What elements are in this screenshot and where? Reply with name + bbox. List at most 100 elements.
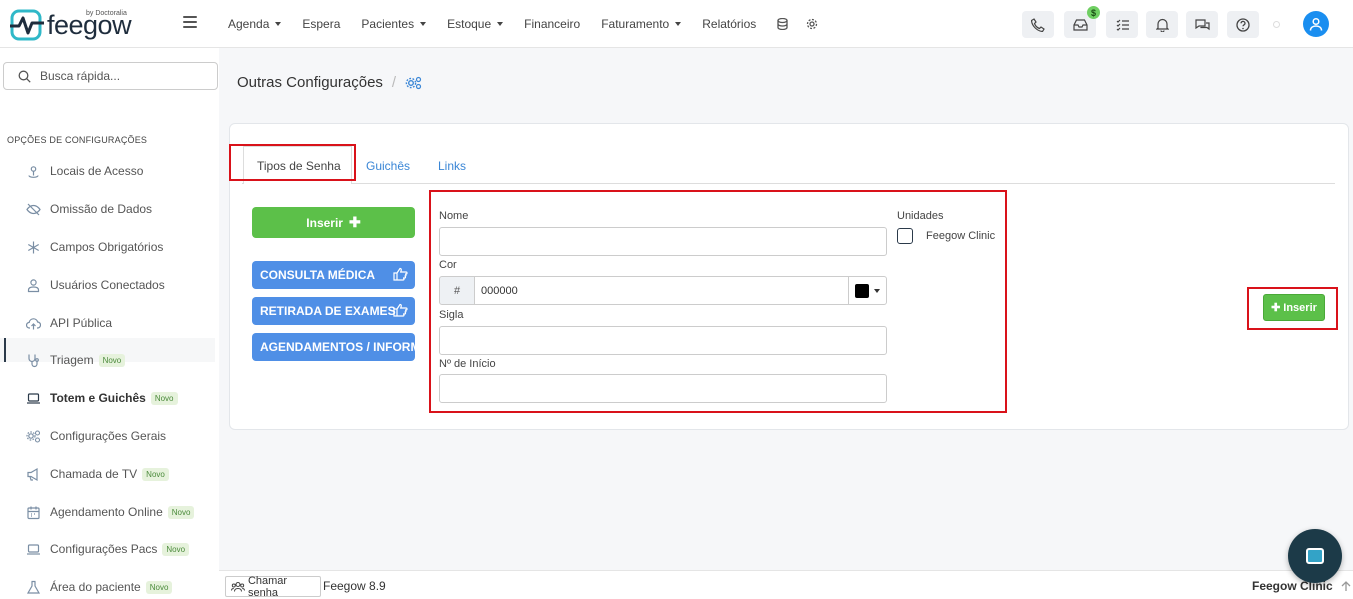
nav-estoque[interactable]: Estoque [447,17,504,31]
cogs-icon [26,429,41,443]
password-type-label: CONSULTA MÉDICA [260,268,376,282]
status-dot [1273,21,1280,28]
sidebar-active-bar [4,338,6,362]
sidebar-item-chamada-de-tv[interactable]: Chamada de TV Novo [26,464,169,484]
sidebar-item-label: Totem e Guichês [50,391,146,405]
page-title: Outras Configurações / [237,74,422,91]
page-title-text: Outras Configurações [237,74,383,91]
tasks-button[interactable] [1106,11,1138,38]
novo-badge: Novo [162,542,190,556]
password-type-consulta[interactable]: CONSULTA MÉDICA [252,261,415,289]
sidebar-item-totem-e-guiches[interactable]: Totem e Guichês Novo [26,388,178,408]
question-icon [1236,17,1250,32]
nav-espera[interactable]: Espera [302,17,340,31]
nav-label: Espera [302,17,341,31]
sidebar-item-configuracoes-pacs[interactable]: Configurações Pacs Novo [26,539,190,559]
password-type-agendamentos[interactable]: AGENDAMENTOS / INFORMAÇÕES [252,333,415,361]
sidebar-item-label: Agendamento Online [50,505,163,519]
nav-agenda[interactable]: Agenda [228,17,282,31]
tab-links[interactable]: Links [438,159,466,173]
nav-faturamento[interactable]: Faturamento [601,17,682,31]
search-input[interactable]: Busca rápida... [3,62,218,90]
sidebar-item-omissao-de-dados[interactable]: Omissão de Dados [26,199,152,219]
gear-icon[interactable] [806,18,818,30]
asterisk-icon [28,241,39,253]
nav-financeiro[interactable]: Financeiro [524,17,580,31]
insert-type-button[interactable]: Inserir ✚ [252,207,415,238]
chat-button[interactable] [1186,11,1218,38]
tab-guiches[interactable]: Guichês [366,159,410,173]
footer [219,570,1353,599]
support-fab[interactable] [1288,529,1342,583]
chat-icon [1194,19,1210,31]
megaphone-icon [27,467,38,481]
sidebar-item-label: Área do paciente [50,580,141,594]
version-text: Feegow 8.9 [323,579,386,593]
billing-badge: $ [1087,6,1100,19]
sidebar-item-label: Usuários Conectados [50,278,165,292]
notifications-button[interactable] [1146,11,1178,38]
monitor-icon [1306,548,1324,564]
database-icon[interactable] [777,18,788,30]
insert-label: Inserir [306,215,343,230]
highlight-form [429,190,1007,413]
highlight-insert [1247,287,1338,330]
sidebar-item-api-publica[interactable]: API Pública [26,313,112,333]
cloud-upload-icon [26,317,41,329]
sidebar-item-agendamento-online[interactable]: Agendamento Online Novo [26,502,195,522]
menu-toggle-icon[interactable] [183,16,197,28]
password-type-retirada[interactable]: RETIRADA DE EXAMES [252,297,415,325]
phone-icon [1031,17,1045,32]
sidebar-item-label: Configurações Pacs [50,542,158,556]
help-button[interactable] [1227,11,1259,38]
highlight-tab [229,144,356,181]
novo-badge: Novo [145,580,173,594]
plus-icon: ✚ [348,214,361,230]
main-nav: Agenda Espera Pacientes Estoque Financei… [228,0,836,48]
novo-badge: Novo [167,505,195,519]
scroll-up-icon[interactable] [1340,580,1352,592]
user-icon [1309,17,1323,31]
chevron-down-icon [420,22,427,26]
inbox-icon [1072,19,1088,31]
brand-sub: by Doctoralia [86,10,127,17]
sidebar-item-label: Locais de Acesso [50,164,144,178]
logo-icon [10,9,44,41]
sidebar-item-triagem[interactable]: Triagem Novo [26,350,126,370]
nav-pacientes[interactable]: Pacientes [361,17,427,31]
nav-label: Relatórios [702,17,757,31]
sidebar-heading: OPÇÕES DE CONFIGURAÇÕES [7,135,148,145]
sidebar-item-campos-obrigatorios[interactable]: Campos Obrigatórios [26,237,163,257]
password-type-label: RETIRADA DE EXAMES [260,304,396,318]
call-password-label: Chamar senha [247,574,288,599]
user-avatar[interactable] [1303,11,1329,37]
nav-label: Financeiro [524,17,581,31]
cogs-icon [405,76,422,89]
novo-badge: Novo [150,391,178,405]
sidebar-item-label: Campos Obrigatórios [50,240,164,254]
nav-label: Pacientes [361,17,415,31]
nav-label: Estoque [447,17,492,31]
checklist-icon [1116,19,1129,31]
novo-badge: Novo [98,353,126,367]
sidebar-item-label: Triagem [50,353,94,367]
nav-label: Faturamento [601,17,670,31]
sidebar-item-label: Omissão de Dados [50,202,153,216]
feegow-logo[interactable]: feegow by Doctoralia [10,8,132,42]
sidebar-item-configuracoes-gerais[interactable]: Configurações Gerais [26,426,166,446]
laptop-icon [27,392,40,404]
sidebar-item-area-do-paciente[interactable]: Área do paciente Novo [26,577,173,597]
phone-button[interactable] [1022,11,1054,38]
hand-pointer-icon [393,267,408,281]
nav-label: Agenda [228,17,270,31]
nav-relatorios[interactable]: Relatórios [702,17,756,31]
hand-pointer-icon [393,303,408,317]
laptop-icon [27,543,40,555]
call-password-button[interactable]: Chamar senha [225,574,321,599]
eye-off-icon [26,203,41,215]
novo-badge: Novo [142,467,169,481]
sidebar-item-usuarios-conectados[interactable]: Usuários Conectados [26,275,165,295]
search-placeholder: Busca rápida... [40,69,121,83]
sidebar-item-locais-de-acesso[interactable]: Locais de Acesso [26,161,143,181]
chevron-down-icon [497,22,504,26]
